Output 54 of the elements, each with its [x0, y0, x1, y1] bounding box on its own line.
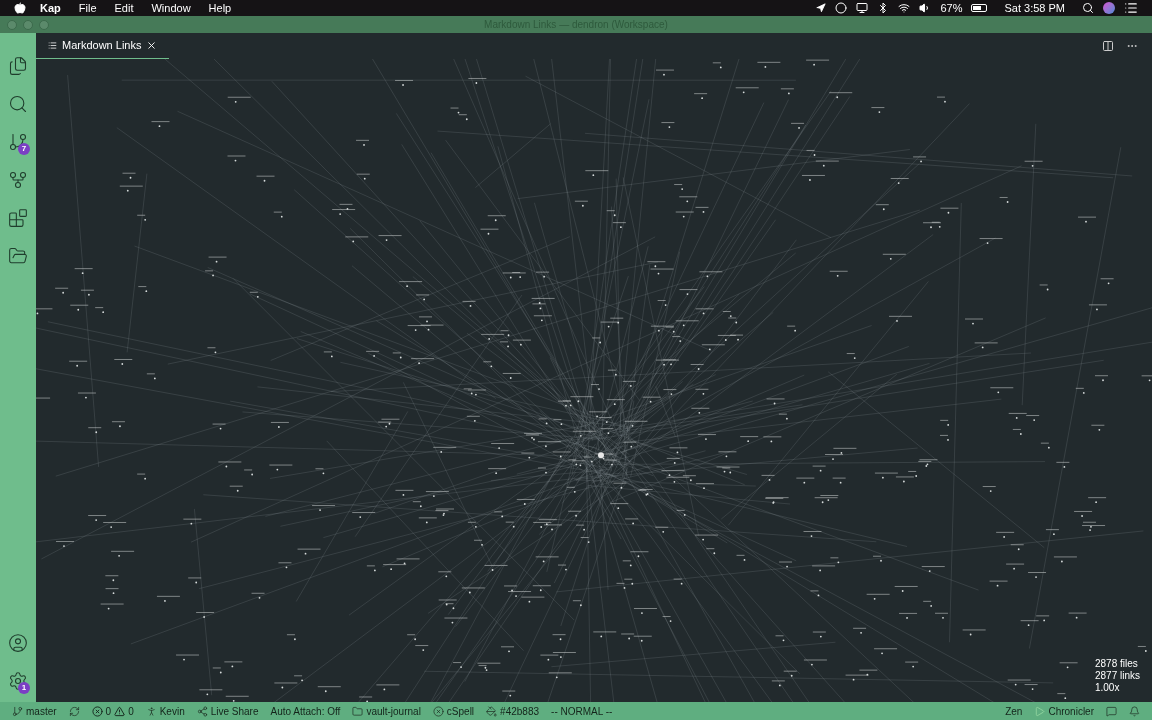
zoom-level: 1.00x — [1094, 682, 1121, 694]
warning-count[interactable]: 0 — [128, 703, 134, 719]
monitor-icon[interactable] — [856, 2, 869, 14]
bell-icon[interactable] — [1129, 705, 1140, 717]
location-icon[interactable] — [816, 3, 827, 13]
source-control-icon[interactable] — [8, 132, 28, 152]
file-count: 2878 files — [1094, 658, 1139, 670]
folder-icon[interactable] — [8, 246, 28, 266]
person-icon[interactable] — [145, 705, 157, 717]
git-graph-icon[interactable] — [8, 170, 28, 190]
siri-icon[interactable] — [1103, 2, 1115, 14]
editor-tab[interactable]: Markdown Links — [36, 33, 170, 59]
link-count: 2877 links — [1094, 670, 1140, 682]
error-status[interactable]: cSpell — [446, 703, 475, 719]
battery-percent: 67% — [940, 0, 963, 16]
warning-icon[interactable] — [114, 705, 126, 717]
menu-item[interactable]: File — [78, 0, 97, 17]
folder-status[interactable]: vault-journal — [366, 703, 421, 719]
plain-status[interactable]: -- NORMAL -- — [551, 703, 613, 719]
plain-status[interactable]: Auto Attach: Off — [270, 703, 341, 719]
menu-item[interactable]: Edit — [114, 0, 134, 17]
error-icon[interactable] — [91, 705, 103, 717]
share-icon[interactable] — [196, 705, 208, 717]
paint-status[interactable]: #42b883 — [500, 703, 540, 719]
lines-icon — [48, 41, 57, 50]
clock[interactable]: Sat 3:58 PM — [1004, 0, 1065, 17]
app-menu[interactable]: Kap — [40, 0, 61, 17]
files-icon[interactable] — [8, 56, 28, 76]
badge: 1 — [18, 682, 30, 694]
search-icon[interactable] — [1082, 2, 1094, 14]
close-icon[interactable] — [146, 40, 158, 51]
apple-icon[interactable] — [14, 2, 26, 14]
play-status[interactable]: Chronicler — [1048, 703, 1094, 719]
branch-icon[interactable] — [12, 705, 23, 717]
battery-icon[interactable] — [971, 4, 988, 12]
plain-status[interactable]: Zen — [1005, 703, 1023, 719]
circle-icon[interactable] — [835, 2, 848, 14]
error-icon[interactable] — [432, 705, 444, 717]
wifi-icon[interactable] — [898, 2, 911, 14]
person-status[interactable]: Kevin — [159, 703, 185, 719]
branch-status[interactable]: master — [26, 703, 57, 719]
menu-item[interactable]: Help — [208, 0, 232, 17]
split-editor-icon[interactable] — [1102, 40, 1114, 52]
error-count[interactable]: 0 — [105, 703, 112, 719]
paint-icon[interactable] — [486, 705, 498, 717]
share-status[interactable]: Live Share — [210, 703, 259, 719]
menu-icon[interactable] — [1124, 1, 1138, 15]
account-icon[interactable] — [8, 633, 28, 653]
badge: 7 — [18, 143, 30, 155]
menu-item[interactable]: Window — [151, 0, 191, 17]
sync-icon[interactable] — [68, 705, 80, 717]
settings-icon[interactable] — [8, 671, 28, 691]
extensions-icon[interactable] — [8, 208, 28, 228]
feedback-icon[interactable] — [1106, 705, 1117, 717]
